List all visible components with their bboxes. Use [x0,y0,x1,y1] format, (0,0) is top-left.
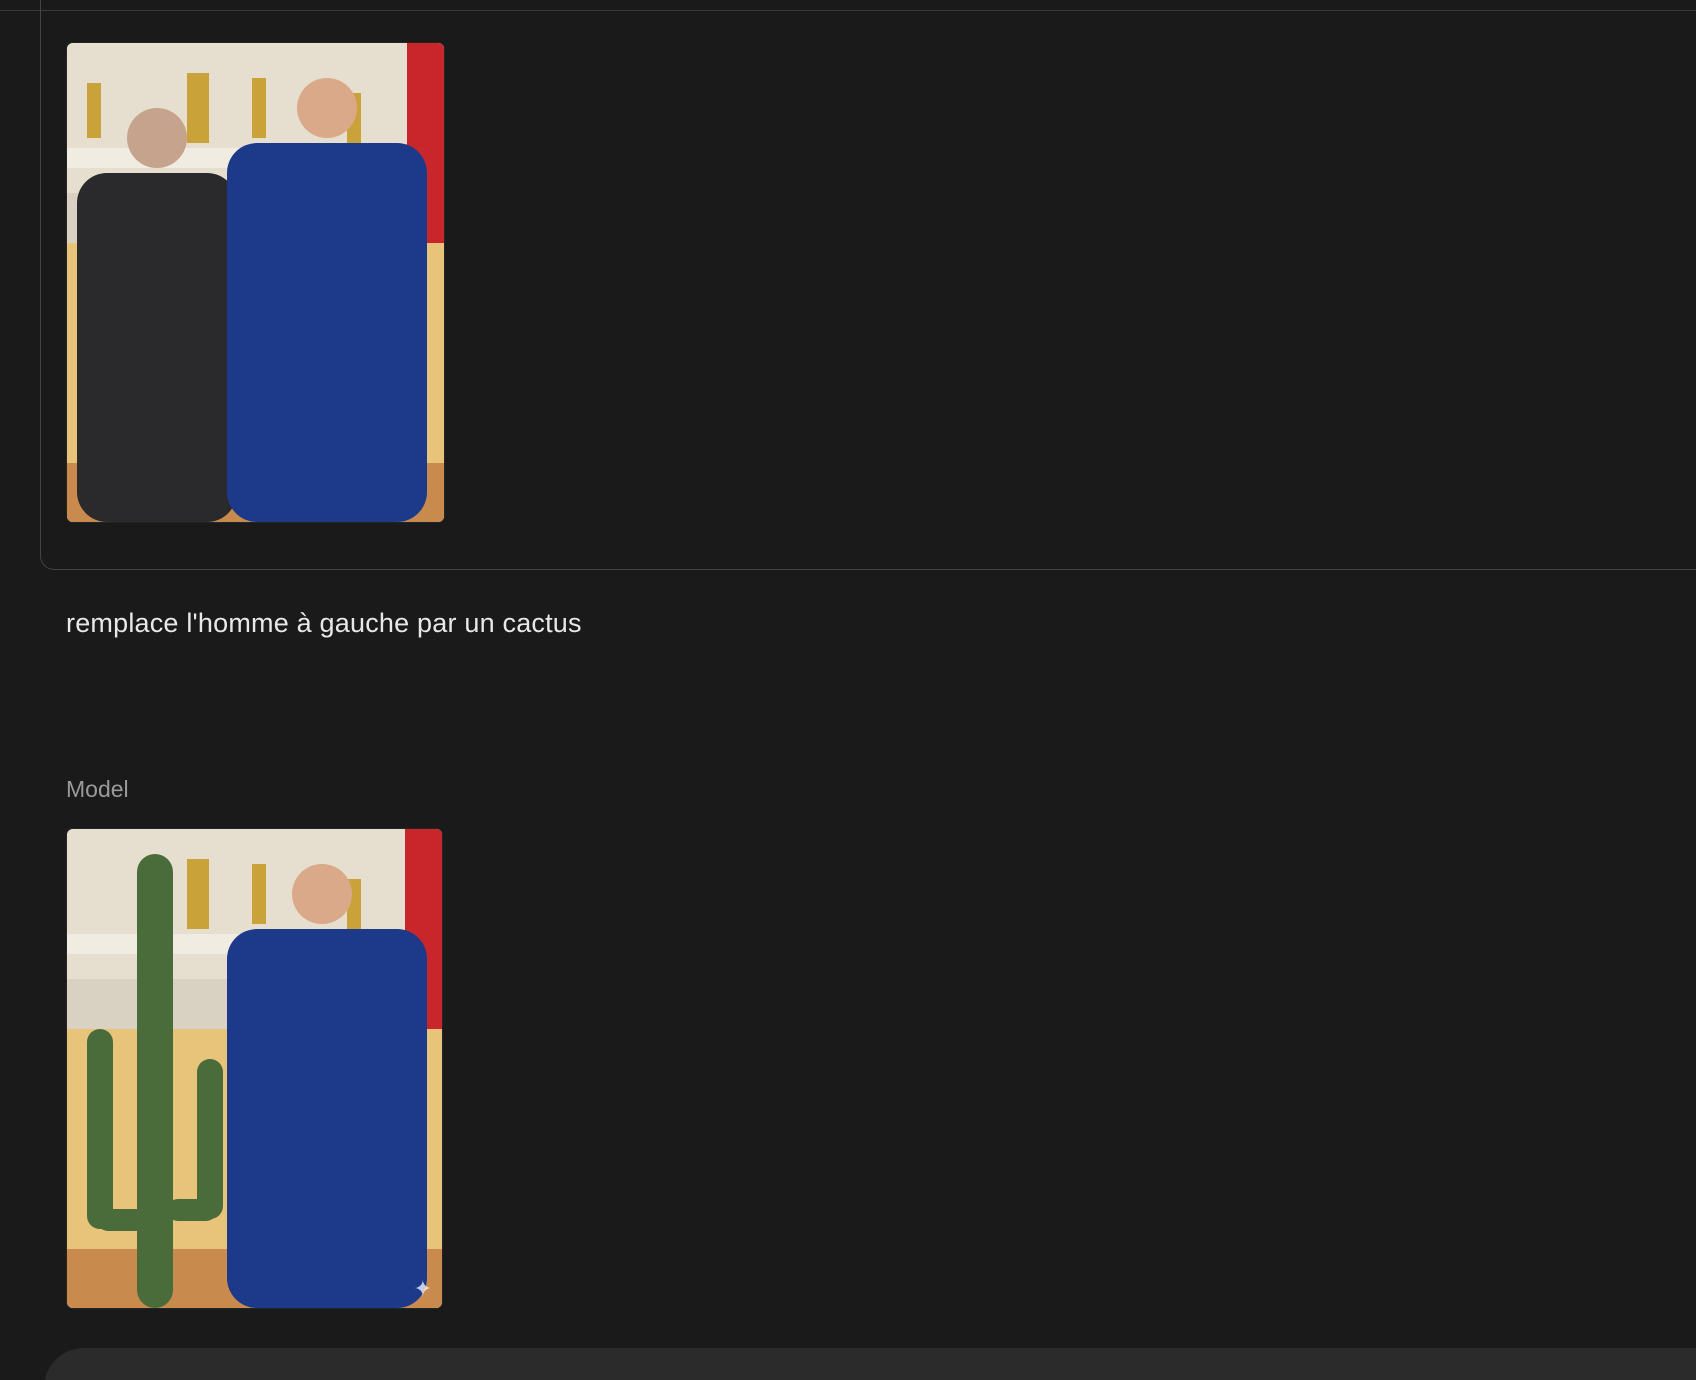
sparkle-icon: ✦ [413,1276,432,1301]
model-generated-image[interactable]: ✦ [67,829,442,1308]
model-image-illustration [67,829,442,1308]
user-prompt-text: remplace l'homme à gauche par un cactus [66,608,582,638]
chat-page: remplace l'homme à gauche par un cactus … [0,0,1696,1380]
model-label: Model [66,776,129,802]
user-uploaded-image[interactable] [67,43,444,522]
message-composer[interactable] [44,1348,1696,1380]
user-image-illustration [67,43,444,522]
